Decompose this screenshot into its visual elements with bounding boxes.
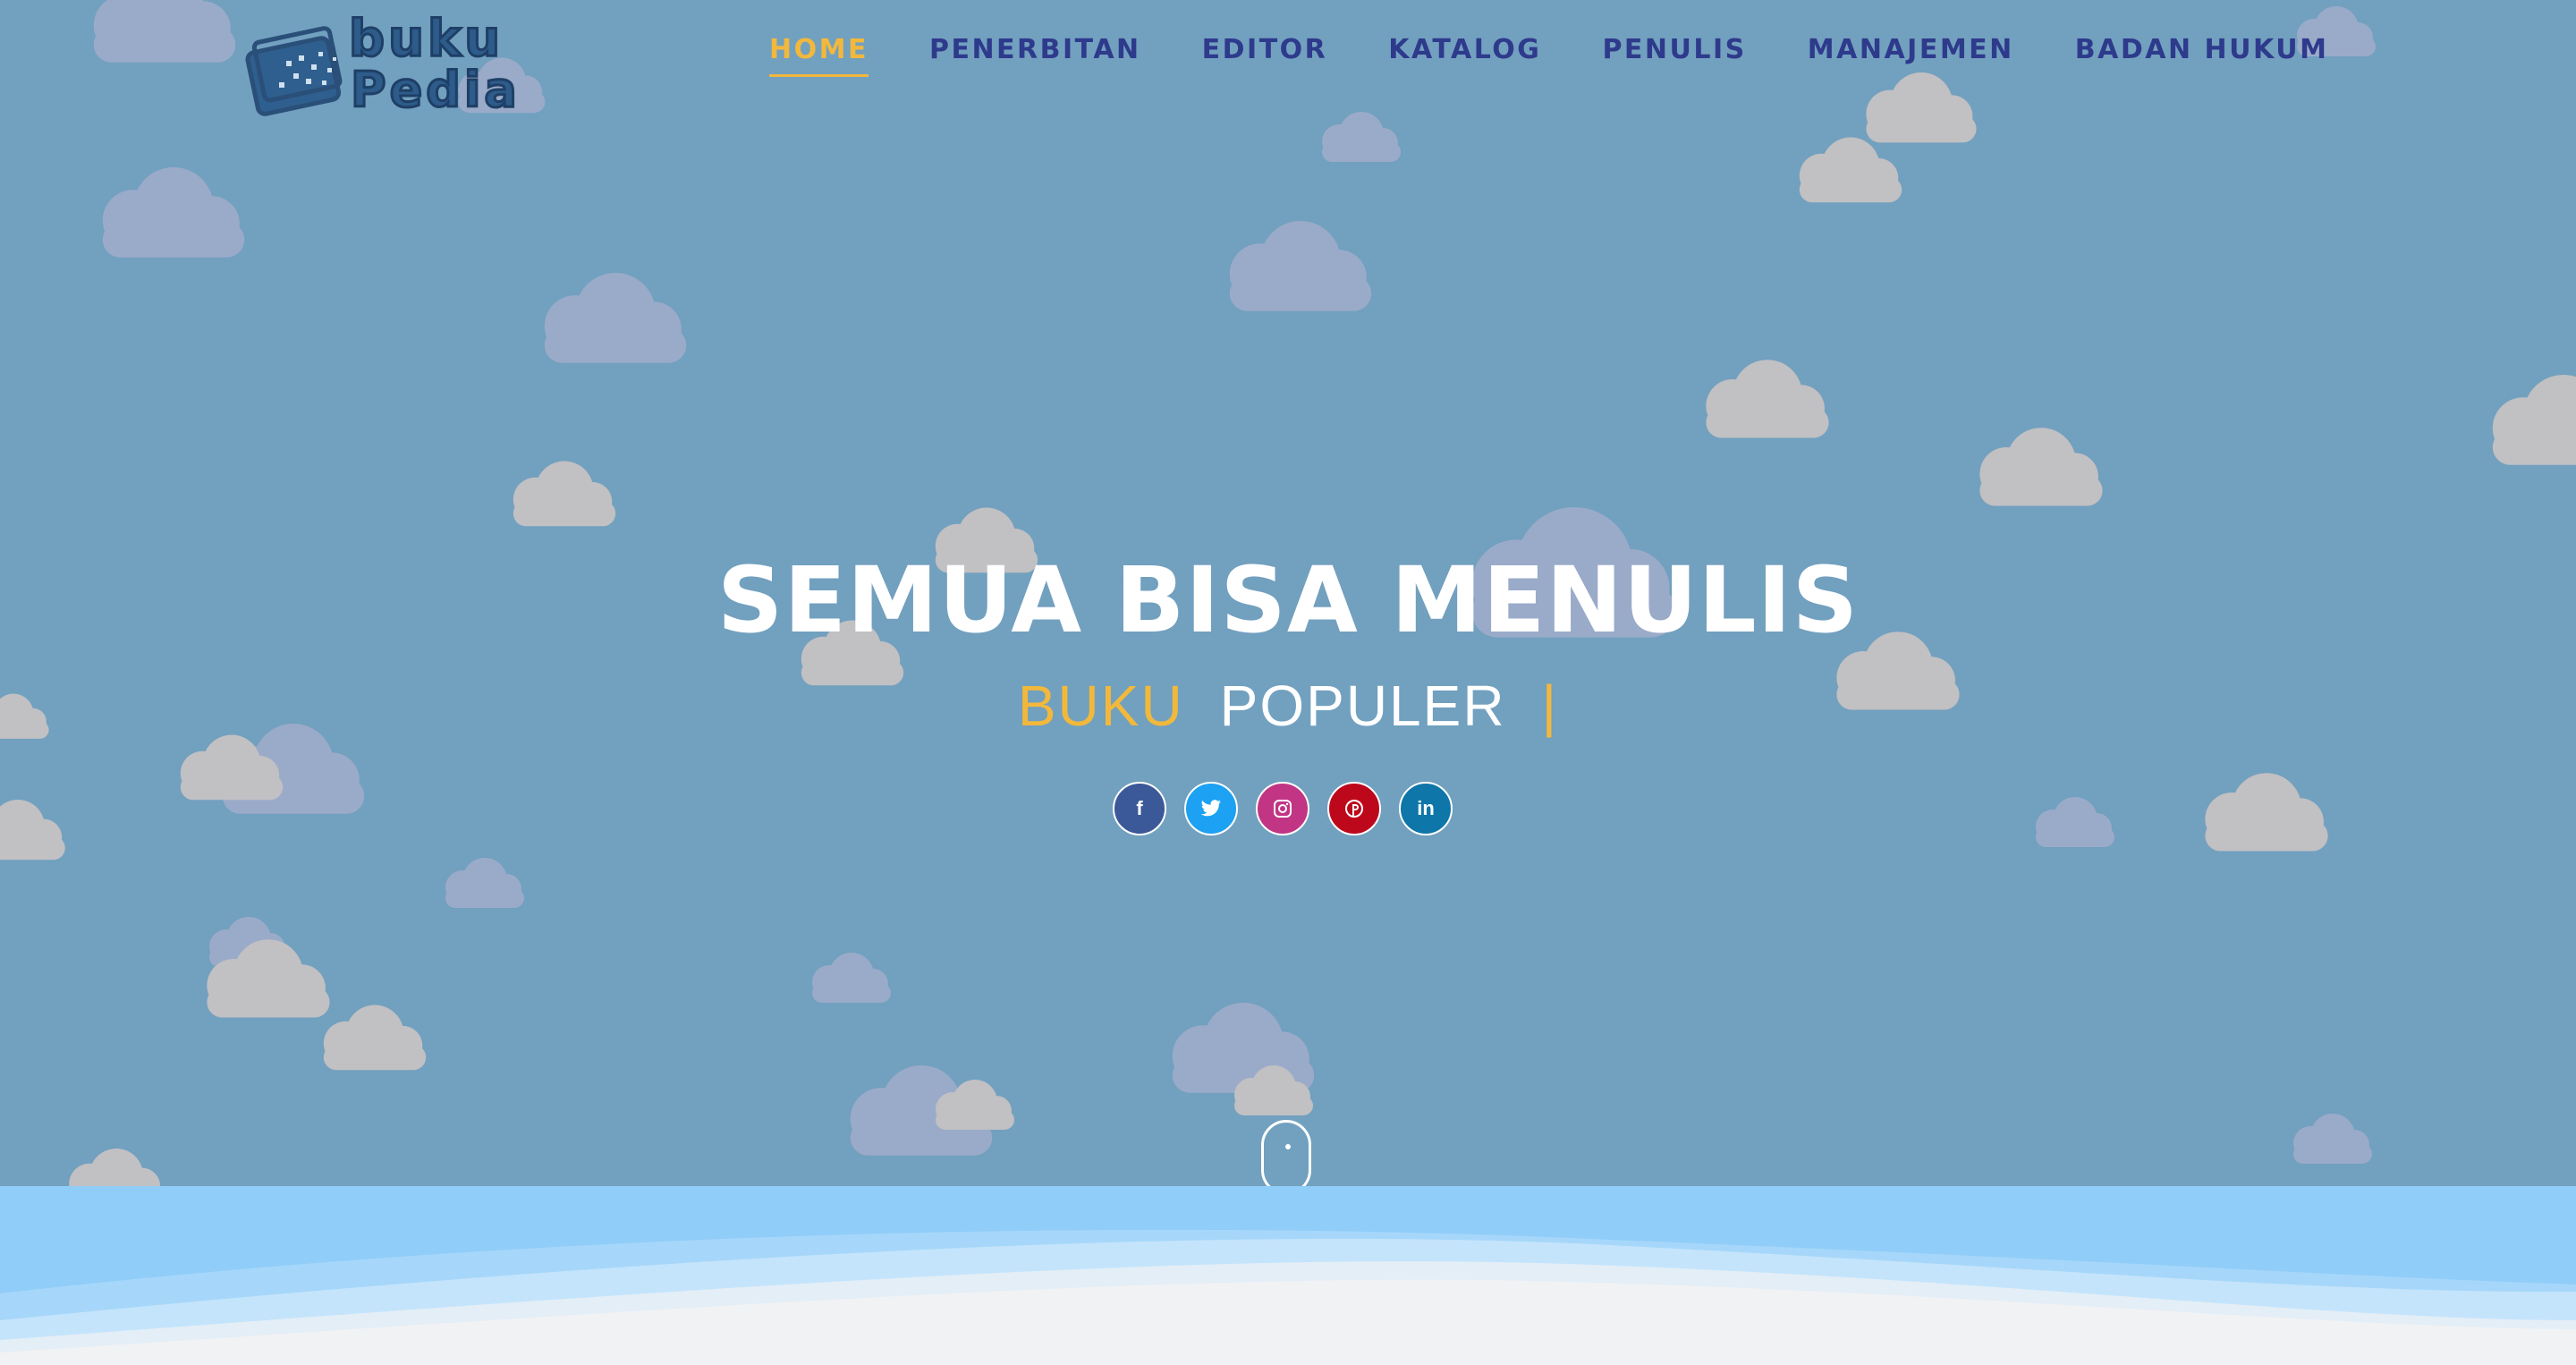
nav-item-penerbitan[interactable]: PENERBITAN <box>929 34 1141 74</box>
social-links: f in <box>1113 782 1453 835</box>
pinterest-button[interactable] <box>1327 782 1381 835</box>
typing-cursor: | <box>1541 674 1559 738</box>
nav-item-home[interactable]: HOME <box>769 34 869 77</box>
instagram-icon <box>1274 800 1292 818</box>
hero-title: SEMUA BISA MENULIS <box>716 547 1860 654</box>
subtitle-typed-word: POPULER <box>1219 674 1506 738</box>
bottom-wave <box>0 1186 2576 1365</box>
linkedin-button[interactable]: in <box>1399 782 1453 835</box>
mouse-wheel-icon <box>1285 1144 1291 1149</box>
linkedin-icon: in <box>1417 797 1435 819</box>
site-logo[interactable]: buku Pedia <box>240 10 544 120</box>
main-nav: HOME PENERBITAN EDITOR KATALOG PENULIS M… <box>769 34 2328 88</box>
nav-item-penulis[interactable]: PENULIS <box>1602 34 1746 74</box>
nav-item-katalog[interactable]: KATALOG <box>1388 34 1541 74</box>
subtitle-accent-word: BUKU <box>1017 674 1184 738</box>
logo-text-line2: Pedia <box>350 62 521 118</box>
facebook-button[interactable]: f <box>1113 782 1166 835</box>
scroll-down-button[interactable] <box>1261 1120 1311 1195</box>
twitter-icon <box>1200 800 1221 817</box>
twitter-button[interactable] <box>1184 782 1238 835</box>
nav-item-badan-hukum[interactable]: BADAN HUKUM <box>2075 34 2329 74</box>
nav-item-editor[interactable]: EDITOR <box>1202 34 1328 74</box>
nav-item-manajemen[interactable]: MANAJEMEN <box>1808 34 2014 74</box>
hero-subtitle: BUKU POPULER | <box>0 673 2576 739</box>
pinterest-icon <box>1345 800 1363 818</box>
instagram-button[interactable] <box>1256 782 1309 835</box>
logo-text-line1: buku <box>347 10 504 68</box>
facebook-icon: f <box>1136 797 1143 819</box>
